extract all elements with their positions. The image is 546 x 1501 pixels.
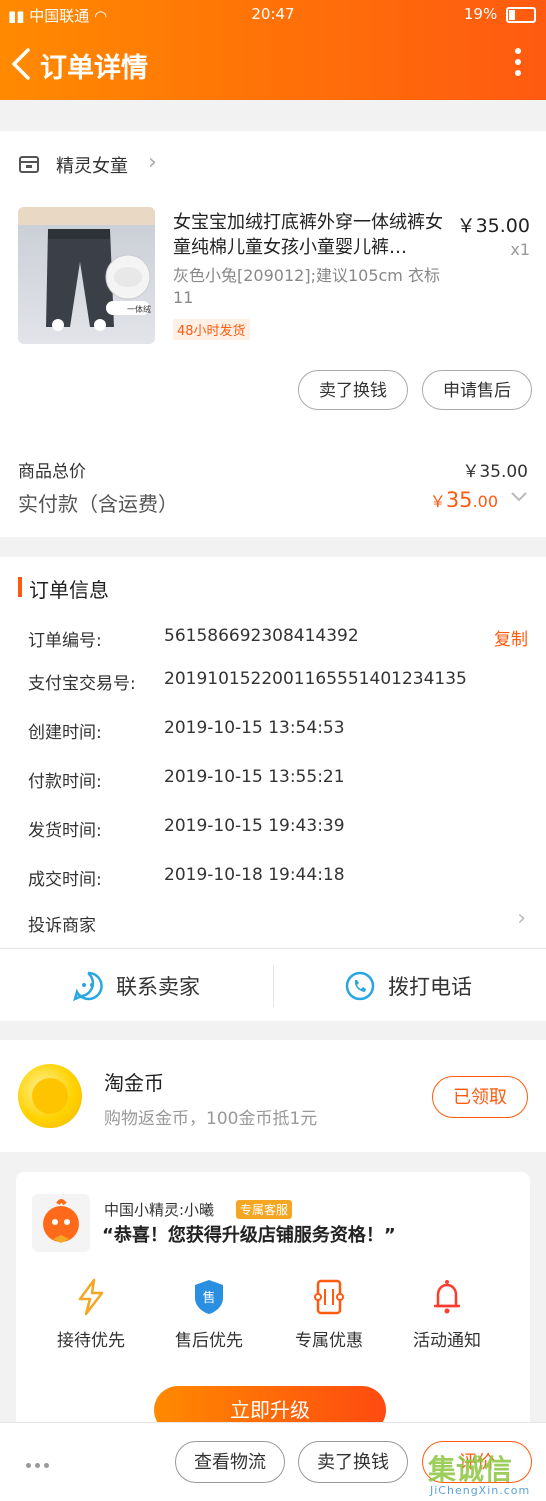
product-image-caption: 一体绒 [127, 305, 151, 314]
product-title[interactable]: 女宝宝加绒打底裤外穿一体绒裤女童纯棉儿童女孩小童婴儿裤… [173, 210, 451, 260]
more-menu-icon[interactable] [512, 48, 524, 84]
chevron-right-icon: › [517, 906, 526, 931]
battery-icon [506, 6, 536, 23]
exclusive-service-badge: 专属客服 [236, 1200, 293, 1219]
service-agent-name: 中国小精灵:小曦 [104, 1201, 215, 1219]
alipay-number-label: 支付宝交易号: [28, 674, 136, 694]
perk-after-sales-priority[interactable]: 售 售后优先 [154, 1278, 264, 1351]
total-label: 商品总价 [18, 462, 86, 482]
status-bar: ▮▮ 中国联通 ◠ 20:47 19% [0, 0, 546, 28]
alipay-number-value: 2019101522001165551401234135 [164, 669, 467, 689]
vip-service-card: 中国小精灵:小曦 专属客服 “恭喜！您获得升级店铺服务资格！” 接待优先 售 售… [16, 1172, 530, 1452]
coins-claimed-button[interactable]: 已领取 [432, 1076, 528, 1118]
product-sku: 灰色小兔[209012];建议105cm 衣标11 [173, 266, 440, 307]
lightning-icon [78, 1278, 104, 1316]
product-price: ￥35.00 [456, 215, 530, 237]
paid-time-value: 2019-10-15 13:55:21 [164, 767, 345, 787]
shipping-tag: 48小时发货 [173, 319, 250, 340]
call-phone-button[interactable]: 拨打电话 [344, 965, 504, 1007]
complain-seller-link[interactable]: 投诉商家 [28, 911, 96, 936]
call-phone-label: 拨打电话 [388, 975, 472, 999]
perk-label: 专属优惠 [295, 1331, 363, 1351]
coins-title: 淘金币 [104, 1071, 164, 1095]
shield-icon-glyph: 售 [202, 1290, 215, 1306]
vip-message: “恭喜！您获得升级店铺服务资格！” [102, 1225, 396, 1246]
shield-icon: 售 [195, 1280, 223, 1314]
shipped-time-value: 2019-10-15 19:43:39 [164, 816, 345, 836]
perk-priority-reception[interactable]: 接待优先 [36, 1278, 146, 1351]
back-arrow-icon[interactable] [8, 44, 38, 84]
pants-illustration [18, 207, 155, 331]
store-icon [19, 156, 39, 173]
battery-percent: 19% [463, 5, 498, 23]
total-value: ￥35.00 [462, 462, 528, 482]
section-accent [18, 577, 22, 597]
perk-activity-notice[interactable]: 活动通知 [392, 1278, 502, 1351]
order-number-value: 561586692308414392 [164, 626, 359, 646]
paid-label: 实付款（含运费） [18, 492, 178, 516]
paid-amount: ￥35.00 [430, 488, 498, 512]
chat-bubble-icon [73, 971, 103, 1002]
coupon-icon [314, 1279, 344, 1315]
after-sales-button[interactable]: 申请售后 [422, 370, 532, 410]
bell-icon [434, 1280, 460, 1314]
chevron-right-icon: › [148, 150, 157, 175]
site-watermark: 集诚信 JiChengXin.com [424, 1448, 542, 1498]
perk-label: 接待优先 [57, 1331, 125, 1351]
completed-time-label: 成交时间: [28, 870, 102, 890]
paid-integer: 35 [445, 488, 473, 512]
paid-time-label: 付款时间: [28, 772, 102, 792]
created-time-label: 创建时间: [28, 723, 102, 743]
paid-currency: ￥ [429, 492, 446, 511]
more-actions-icon[interactable] [26, 1453, 53, 1472]
perk-exclusive-discount[interactable]: 专属优惠 [274, 1278, 384, 1351]
watermark-url: JiChengXin.com [430, 1484, 531, 1497]
nav-bar: 订单详情 [0, 28, 546, 100]
shop-row[interactable]: 精灵女童 › [18, 150, 168, 180]
view-logistics-button[interactable]: 查看物流 [175, 1441, 285, 1483]
watermark-logo: 集诚信 [428, 1453, 513, 1486]
shipped-time-label: 发货时间: [28, 821, 102, 841]
coins-subtitle: 购物返金币，100金币抵1元 [104, 1109, 318, 1129]
resell-button[interactable]: 卖了换钱 [298, 370, 408, 410]
chevron-down-icon[interactable] [510, 490, 528, 504]
copy-button[interactable]: 复制 [494, 625, 528, 650]
product-quantity: x1 [510, 240, 530, 259]
order-info-title: 订单信息 [29, 578, 109, 602]
avatar [32, 1194, 90, 1252]
divider [0, 948, 546, 949]
divider [273, 965, 274, 1007]
gold-coin-icon [18, 1064, 82, 1128]
perk-label: 售后优先 [175, 1331, 243, 1351]
created-time-value: 2019-10-15 13:54:53 [164, 718, 345, 738]
completed-time-value: 2019-10-18 19:44:18 [164, 865, 345, 885]
contact-seller-label: 联系卖家 [116, 975, 200, 999]
shop-name: 精灵女童 [56, 156, 128, 177]
phone-icon [345, 971, 375, 1001]
resell-button[interactable]: 卖了换钱 [298, 1441, 408, 1483]
paid-decimal: .00 [472, 492, 498, 511]
page-title: 订单详情 [40, 53, 148, 84]
battery-area: 19% [464, 5, 536, 23]
perk-label: 活动通知 [413, 1331, 481, 1351]
contact-seller-button[interactable]: 联系卖家 [72, 965, 232, 1007]
product-image[interactable]: 一体绒 [18, 207, 155, 344]
order-number-label: 订单编号: [28, 631, 102, 651]
